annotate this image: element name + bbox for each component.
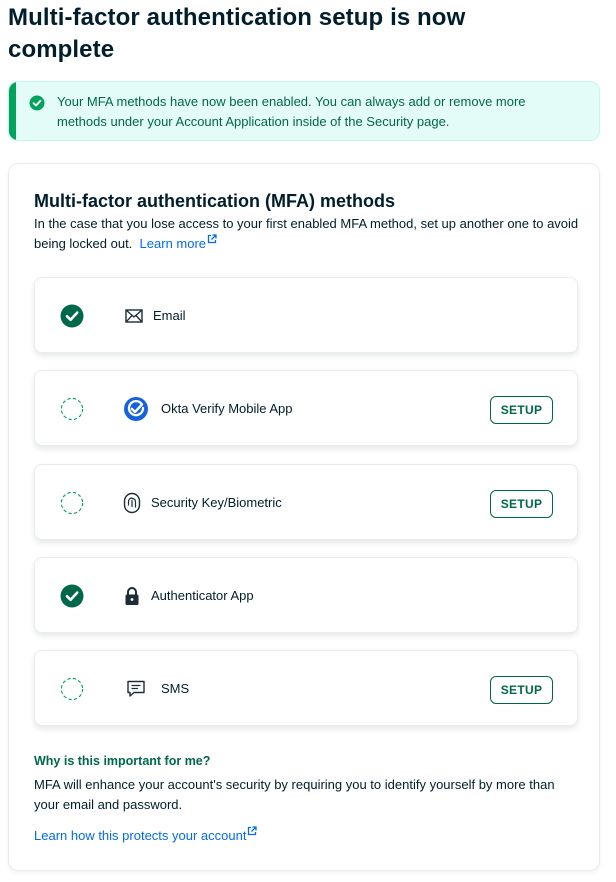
method-row-authenticator-app: Authenticator App: [34, 557, 578, 633]
mfa-card-title: Multi-factor authentication (MFA) method…: [34, 191, 395, 211]
enabled-check-icon: [60, 304, 84, 328]
method-row-security-key: Security Key/Biometric SETUP: [34, 464, 578, 540]
learn-more-label: Learn more: [139, 236, 207, 251]
why-important-heading: Why is this important for me?: [34, 754, 211, 768]
enabled-check-icon: [60, 584, 84, 608]
mfa-methods-card: Multi-factor authentication (MFA) method…: [8, 163, 600, 871]
envelope-icon: [121, 303, 147, 329]
lock-icon: [119, 583, 145, 609]
page-title: Multi-factor authentication setup is now…: [8, 4, 466, 63]
method-label: SMS: [161, 681, 190, 696]
banner-message: Your MFA methods have now been enabled. …: [57, 94, 526, 129]
okta-verify-setup-button[interactable]: SETUP: [490, 396, 553, 424]
method-row-okta-verify: Okta Verify Mobile App SETUP: [34, 370, 578, 446]
method-label: Email: [153, 308, 186, 323]
okta-verify-icon: [123, 396, 149, 422]
banner-accent-bar: [9, 82, 16, 140]
external-link-icon: [207, 234, 217, 244]
mfa-description-text: In the case that you lose access to your…: [34, 216, 579, 251]
security-key-setup-button[interactable]: SETUP: [490, 490, 553, 518]
chat-icon: [123, 676, 149, 702]
fingerprint-icon: [119, 490, 145, 516]
method-label: Security Key/Biometric: [151, 495, 282, 510]
sms-setup-button[interactable]: SETUP: [490, 676, 553, 704]
learn-protect-link[interactable]: Learn how this protects your account: [34, 826, 258, 846]
method-row-sms: SMS SETUP: [34, 650, 578, 726]
learn-more-link[interactable]: Learn more: [136, 234, 217, 251]
success-banner: Your MFA methods have now been enabled. …: [8, 81, 600, 141]
method-label: Authenticator App: [151, 588, 254, 603]
not-enabled-circle-icon: [60, 397, 84, 421]
method-label: Okta Verify Mobile App: [161, 401, 293, 416]
mfa-card-description: In the case that you lose access to your…: [34, 214, 584, 254]
learn-protect-label: Learn how this protects your account: [34, 828, 247, 843]
why-important-text: MFA will enhance your account's security…: [34, 777, 555, 812]
not-enabled-circle-icon: [60, 677, 84, 701]
not-enabled-circle-icon: [60, 491, 84, 515]
check-circle-icon: [29, 95, 45, 111]
external-link-icon: [248, 826, 258, 836]
method-row-email: Email: [34, 277, 578, 353]
